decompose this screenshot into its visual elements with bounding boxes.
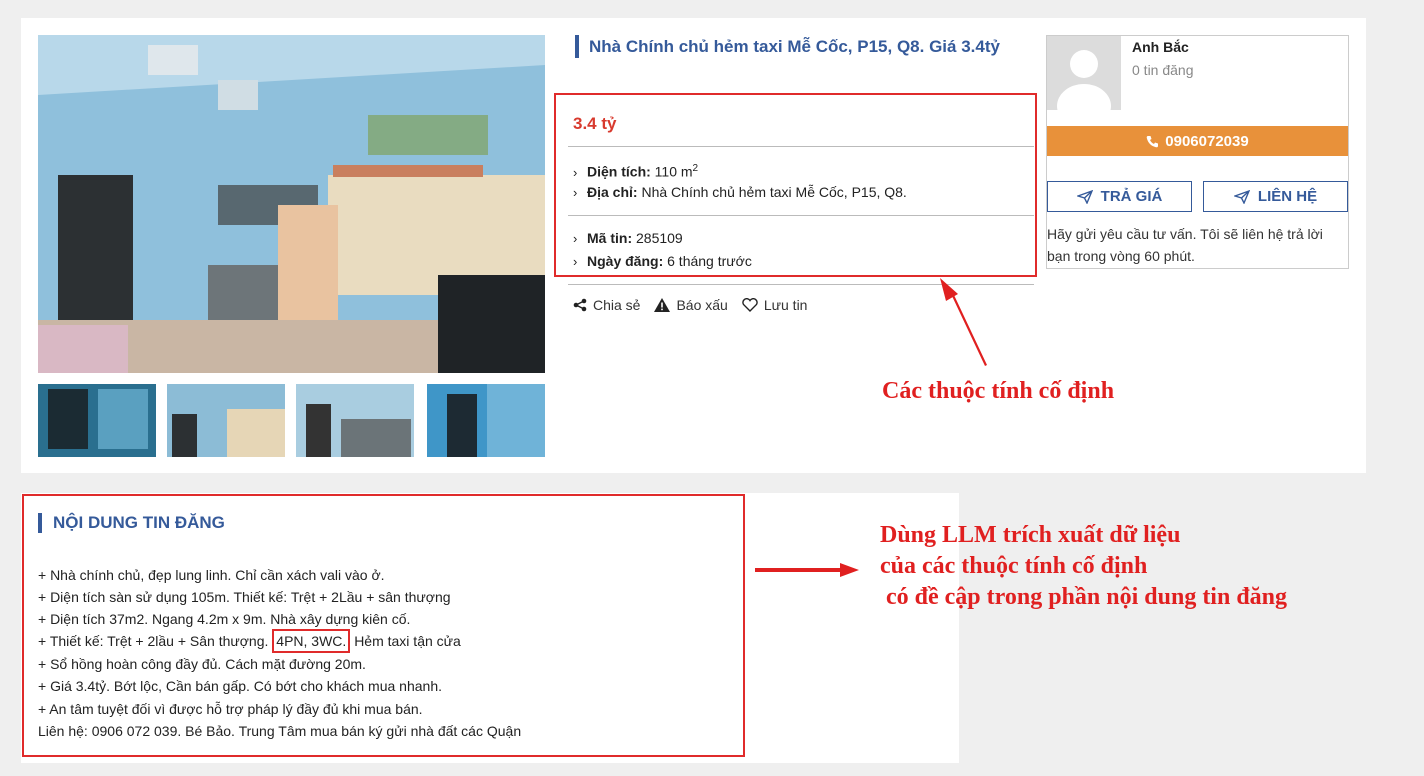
- warning-icon: [654, 298, 671, 312]
- send-icon: [1233, 189, 1250, 204]
- area-attribute: › Diện tích: 110 m2: [573, 159, 698, 183]
- date-label: Ngày đăng:: [587, 253, 664, 269]
- address-label: Địa chỉ:: [587, 184, 638, 200]
- chevron-right-icon: ›: [573, 231, 578, 246]
- send-icon: [1076, 189, 1093, 204]
- code-value: 285109: [636, 230, 683, 246]
- share-label: Chia sẻ: [593, 297, 641, 313]
- content-line: + Diện tích sàn sử dụng 105m. Thiết kế: …: [38, 589, 451, 605]
- report-button[interactable]: Báo xấu: [654, 297, 728, 313]
- code-label: Mã tin:: [587, 230, 633, 246]
- annotation-arrow: [940, 278, 987, 366]
- area-label: Diện tích:: [587, 163, 651, 180]
- area-unit-superscript: 2: [692, 163, 699, 174]
- bid-button[interactable]: TRẢ GIÁ: [1047, 181, 1192, 212]
- save-button[interactable]: Lưu tin: [742, 297, 808, 313]
- llm-annotation-line: của các thuộc tính cố định: [880, 553, 1148, 579]
- date-value: 6 tháng trước: [667, 253, 752, 269]
- divider: [568, 146, 1034, 147]
- content-line: Liên hệ: 0906 072 039. Bé Bảo. Trung Tâm…: [38, 723, 522, 739]
- content-line: + Thiết kế: Trệt + 2lầu + Sân thượng. 4P…: [38, 629, 461, 653]
- chevron-right-icon: ›: [573, 164, 578, 180]
- share-button[interactable]: Chia sẻ: [573, 297, 640, 313]
- contact-button[interactable]: LIÊN HỆ: [1203, 181, 1348, 212]
- content-line: + An tâm tuyệt đối vì được hỗ trợ pháp l…: [38, 701, 423, 717]
- seller-card: Anh Bắc 0 tin đăng 0906072039 TRẢ GIÁ LI…: [1046, 35, 1349, 269]
- listing-price: 3.4 tỷ: [573, 114, 617, 133]
- date-attribute: › Ngày đăng: 6 tháng trước: [573, 251, 752, 272]
- divider: [568, 215, 1034, 216]
- code-attribute: › Mã tin: 285109: [573, 228, 683, 249]
- content-line: + Sổ hồng hoàn công đầy đủ. Cách mặt đườ…: [38, 656, 366, 672]
- main-photo[interactable]: [38, 35, 545, 373]
- phone-button[interactable]: 0906072039: [1047, 126, 1348, 156]
- area-value: 110 m: [654, 163, 693, 180]
- photo-thumbnail[interactable]: [167, 384, 285, 457]
- annotation-arrow: [755, 563, 859, 577]
- content-line: + Giá 3.4tỷ. Bớt lộc, Cần bán gấp. Có bớ…: [38, 678, 442, 694]
- phone-number: 0906072039: [1165, 132, 1249, 150]
- report-label: Báo xấu: [676, 297, 728, 313]
- heart-icon: [742, 298, 758, 312]
- photo-thumbnail[interactable]: [38, 384, 156, 457]
- save-label: Lưu tin: [763, 297, 808, 313]
- content-line: + Diện tích 37m2. Ngang 4.2m x 9m. Nhà x…: [38, 611, 411, 627]
- llm-annotation-line: có đề cập trong phần nội dung tin đăng: [880, 584, 1288, 610]
- seller-note: Hãy gửi yêu cầu tư vấn. Tôi sẽ liên hệ t…: [1047, 226, 1323, 264]
- address-value: Nhà Chính chủ hẻm taxi Mễ Cốc, P15, Q8.: [641, 184, 907, 200]
- content-segment: Hẻm taxi tận cửa: [354, 633, 461, 649]
- seller-name[interactable]: Anh Bắc: [1132, 39, 1189, 55]
- rooms-highlight: 4PN, 3WC.: [272, 629, 351, 653]
- listing-title: Nhà Chính chủ hẻm taxi Mễ Cốc, P15, Q8. …: [575, 35, 1039, 58]
- content-line: + Nhà chính chủ, đẹp lung linh. Chỉ cần …: [38, 567, 385, 583]
- content-segment: + Thiết kế: Trệt + 2lầu + Sân thượng.: [38, 633, 269, 649]
- contact-label: LIÊN HỆ: [1257, 188, 1318, 205]
- photo-thumbnail[interactable]: [296, 384, 414, 457]
- chevron-right-icon: ›: [573, 185, 578, 200]
- photo-thumbnail[interactable]: [427, 384, 545, 457]
- user-placeholder-icon: [1047, 36, 1121, 110]
- seller-post-count: 0 tin đăng: [1132, 62, 1194, 78]
- share-icon: [573, 298, 587, 312]
- listing-actions: Chia sẻ Báo xấu Lưu tin: [573, 297, 807, 313]
- avatar: [1047, 36, 1121, 110]
- section-title: NỘI DUNG TIN ĐĂNG: [38, 513, 225, 533]
- phone-icon: [1146, 135, 1159, 147]
- bid-label: TRẢ GIÁ: [1100, 188, 1163, 205]
- llm-annotation-line: Dùng LLM trích xuất dữ liệu: [880, 522, 1181, 548]
- address-attribute: › Địa chỉ: Nhà Chính chủ hẻm taxi Mễ Cốc,…: [573, 182, 907, 203]
- fixed-attributes-annotation: Các thuộc tính cố định: [882, 378, 1115, 404]
- chevron-right-icon: ›: [573, 254, 578, 269]
